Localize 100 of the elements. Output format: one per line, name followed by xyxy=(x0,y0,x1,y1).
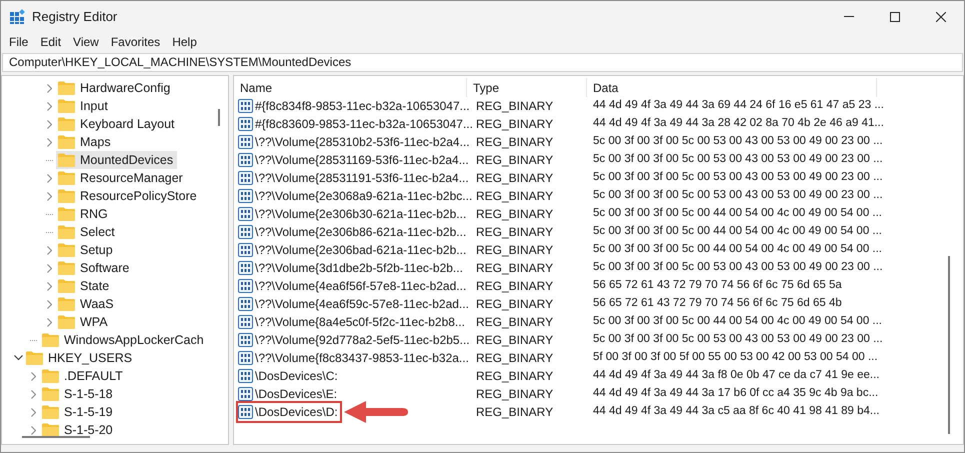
close-icon xyxy=(936,12,946,22)
tree-item[interactable]: Maps xyxy=(56,133,115,151)
collapse-chevron-icon[interactable] xyxy=(14,355,22,361)
tree-item[interactable]: MountedDevices xyxy=(56,151,178,169)
value-name-cell[interactable]: #{f8c834f8-9853-11ec-b32a-10653047... xyxy=(238,97,472,115)
expand-chevron-icon[interactable] xyxy=(31,372,37,380)
expand-chevron-icon[interactable] xyxy=(47,138,53,146)
expand-chevron-icon[interactable] xyxy=(31,390,37,398)
value-data-cell-text: 5c 00 3f 00 3f 00 5c 00 44 00 54 00 4c 00 49 00 54 00 ... xyxy=(592,242,882,258)
expand-chevron-icon[interactable] xyxy=(47,192,53,200)
expand-chevron-icon[interactable] xyxy=(47,174,53,182)
value-type-cell-text: REG_BINARY xyxy=(475,152,554,169)
value-data-cell-text: 5c 00 3f 00 3f 00 5c 00 53 00 43 00 53 00 49 00 23 00 ... xyxy=(592,170,883,186)
binary-value-icon xyxy=(238,405,253,419)
column-header[interactable]: Data xyxy=(587,78,877,97)
value-name-cell[interactable]: \??\Volume{4ea6f59c-57e8-11ec-b2ad... xyxy=(238,295,471,313)
binary-value-icon xyxy=(238,171,253,185)
value-type-cell-text: REG_BINARY xyxy=(475,134,554,151)
value-name-cell[interactable]: \DosDevices\D: xyxy=(238,403,340,421)
value-type-cell-text: REG_BINARY xyxy=(475,404,554,421)
binary-value-icon xyxy=(238,261,253,275)
value-name-cell[interactable]: \??\Volume{3d1dbe2b-5f2b-11ec-b2b... xyxy=(238,259,465,277)
tree-item[interactable]: Input xyxy=(56,97,112,115)
binary-value-icon xyxy=(238,279,253,293)
value-name-cell[interactable]: \??\Volume{2e3068a9-621a-11ec-b2bc... xyxy=(238,187,474,205)
expand-chevron-icon[interactable] xyxy=(47,246,53,254)
binary-value-icon xyxy=(238,333,253,347)
tree-item[interactable]: HardwareConfig xyxy=(56,79,174,97)
scrollbar-thumb[interactable] xyxy=(22,436,90,438)
tree-item[interactable]: ResourceManager xyxy=(56,169,187,187)
binary-value-icon xyxy=(238,387,253,401)
tree-item[interactable]: S-1-5-20 xyxy=(40,421,117,439)
expand-chevron-icon[interactable] xyxy=(47,300,53,308)
value-data-cell-text: 5c 00 3f 00 3f 00 5c 00 53 00 43 00 53 00 49 00 23 00 ... xyxy=(592,332,883,348)
tree-item[interactable]: WindowsAppLockerCach xyxy=(40,331,208,349)
value-name-cell[interactable]: \??\Volume{2e306b86-621a-11ec-b2b... xyxy=(238,223,468,241)
tree-item[interactable]: S-1-5-18 xyxy=(40,385,117,403)
value-data-cell-text: 5c 00 3f 00 3f 00 5c 00 44 00 54 00 4c 00 49 00 54 00 ... xyxy=(592,314,882,330)
tree-item[interactable]: WPA xyxy=(56,313,112,331)
expand-chevron-icon[interactable] xyxy=(47,120,53,128)
tree-item[interactable]: HKEY_USERS xyxy=(24,349,136,367)
tree-item[interactable]: .DEFAULT xyxy=(40,367,127,385)
value-name-cell[interactable]: \??\Volume{4ea6f56f-57e8-11ec-b2ad... xyxy=(238,277,468,295)
binary-value-icon xyxy=(238,297,253,311)
tree-item[interactable]: Keyboard Layout xyxy=(56,115,179,133)
value-data-cell-text: 44 4d 49 4f 3a 49 44 3a f8 0e 0b 47 ce da c7 41 9e ee... xyxy=(592,368,880,384)
folder-icon xyxy=(42,405,59,419)
value-data-cell-text: 5f 00 3f 00 3f 00 5f 00 55 00 53 00 42 00 53 00 54 00 ... xyxy=(592,350,878,366)
value-name-cell[interactable]: \??\Volume{8a4e5c0f-5f2c-11ec-b2b8... xyxy=(238,313,467,331)
tree-item[interactable]: S-1-5-19 xyxy=(40,403,117,421)
expand-chevron-icon[interactable] xyxy=(47,264,53,272)
value-name-cell[interactable]: \??\Volume{92d778a2-5ef5-11ec-b2b5... xyxy=(238,331,472,349)
menu-item[interactable]: Favorites xyxy=(104,32,166,51)
tree-item[interactable]: ResourcePolicyStore xyxy=(56,187,201,205)
value-type-cell-text: REG_BINARY xyxy=(475,242,554,259)
binary-value-icon xyxy=(238,117,253,131)
value-data-cell-text: 5c 00 3f 00 3f 00 5c 00 53 00 43 00 53 00 49 00 23 00 ... xyxy=(592,152,883,168)
menu-item[interactable]: Edit xyxy=(34,32,68,51)
value-data-cell-text: 5c 00 3f 00 3f 00 5c 00 53 00 43 00 53 00 49 00 23 00 ... xyxy=(592,134,883,150)
value-name-cell[interactable]: \??\Volume{285310b2-53f6-11ec-b2a4... xyxy=(238,133,472,151)
address-bar[interactable]: Computer\HKEY_LOCAL_MACHINE\SYSTEM\MountedDevices xyxy=(2,53,963,72)
tree-item[interactable]: RNG xyxy=(56,205,112,223)
value-name-cell[interactable]: \??\Volume{2e306bad-621a-11ec-b2b... xyxy=(238,241,468,259)
tree-item[interactable]: Software xyxy=(56,259,134,277)
expand-chevron-icon[interactable] xyxy=(31,408,37,416)
value-name-cell[interactable]: \DosDevices\E: xyxy=(238,385,340,403)
column-header[interactable]: Name xyxy=(234,78,467,97)
value-type-cell-text: REG_BINARY xyxy=(475,386,554,403)
value-type-cell-text: REG_BINARY xyxy=(475,350,554,367)
tree-item[interactable]: State xyxy=(56,277,114,295)
scrollbar-thumb[interactable] xyxy=(948,256,950,434)
value-data-cell-text: 56 65 72 61 43 72 79 70 74 56 6f 6c 75 6d 65 5a xyxy=(592,278,842,294)
maximize-icon xyxy=(890,12,900,22)
value-type-cell-text: REG_BINARY xyxy=(475,170,554,187)
column-header[interactable]: Type xyxy=(467,78,587,97)
binary-value-icon xyxy=(238,369,253,383)
value-data-cell-text: 44 4d 49 4f 3a 49 44 3a 17 b6 0f cc a4 35 9c 4b 9a bc... xyxy=(592,386,878,402)
value-name-cell[interactable]: #{f8c83609-9853-11ec-b32a-10653047... xyxy=(238,115,475,133)
menu-item[interactable]: File xyxy=(3,32,34,51)
expand-chevron-icon[interactable] xyxy=(31,426,37,434)
value-name-cell[interactable]: \??\Volume{f8c83437-9853-11ec-b32a... xyxy=(238,349,471,367)
menu-item[interactable]: View xyxy=(67,32,105,51)
expand-chevron-icon[interactable] xyxy=(47,318,53,326)
tree-item[interactable]: Select xyxy=(56,223,119,241)
tree-item[interactable]: WaaS xyxy=(56,295,118,313)
expand-chevron-icon[interactable] xyxy=(47,84,53,92)
value-type-cell-text: REG_BINARY xyxy=(475,314,554,331)
value-name-cell[interactable]: \DosDevices\C: xyxy=(238,367,340,385)
binary-value-icon xyxy=(238,207,253,221)
tree-item[interactable]: Setup xyxy=(56,241,117,259)
expand-chevron-icon[interactable] xyxy=(47,282,53,290)
value-type-cell-text: REG_BINARY xyxy=(475,332,554,349)
menu-item[interactable]: Help xyxy=(166,32,203,51)
scrollbar-thumb[interactable] xyxy=(218,109,220,126)
value-name-cell[interactable]: \??\Volume{28531191-53f6-11ec-b2a4... xyxy=(238,169,471,187)
folder-icon xyxy=(42,387,59,401)
value-name-cell[interactable]: \??\Volume{2e306b30-621a-11ec-b2b... xyxy=(238,205,468,223)
expand-chevron-icon[interactable] xyxy=(47,102,53,110)
folder-icon xyxy=(58,243,75,257)
value-name-cell[interactable]: \??\Volume{28531169-53f6-11ec-b2a4... xyxy=(238,151,471,169)
